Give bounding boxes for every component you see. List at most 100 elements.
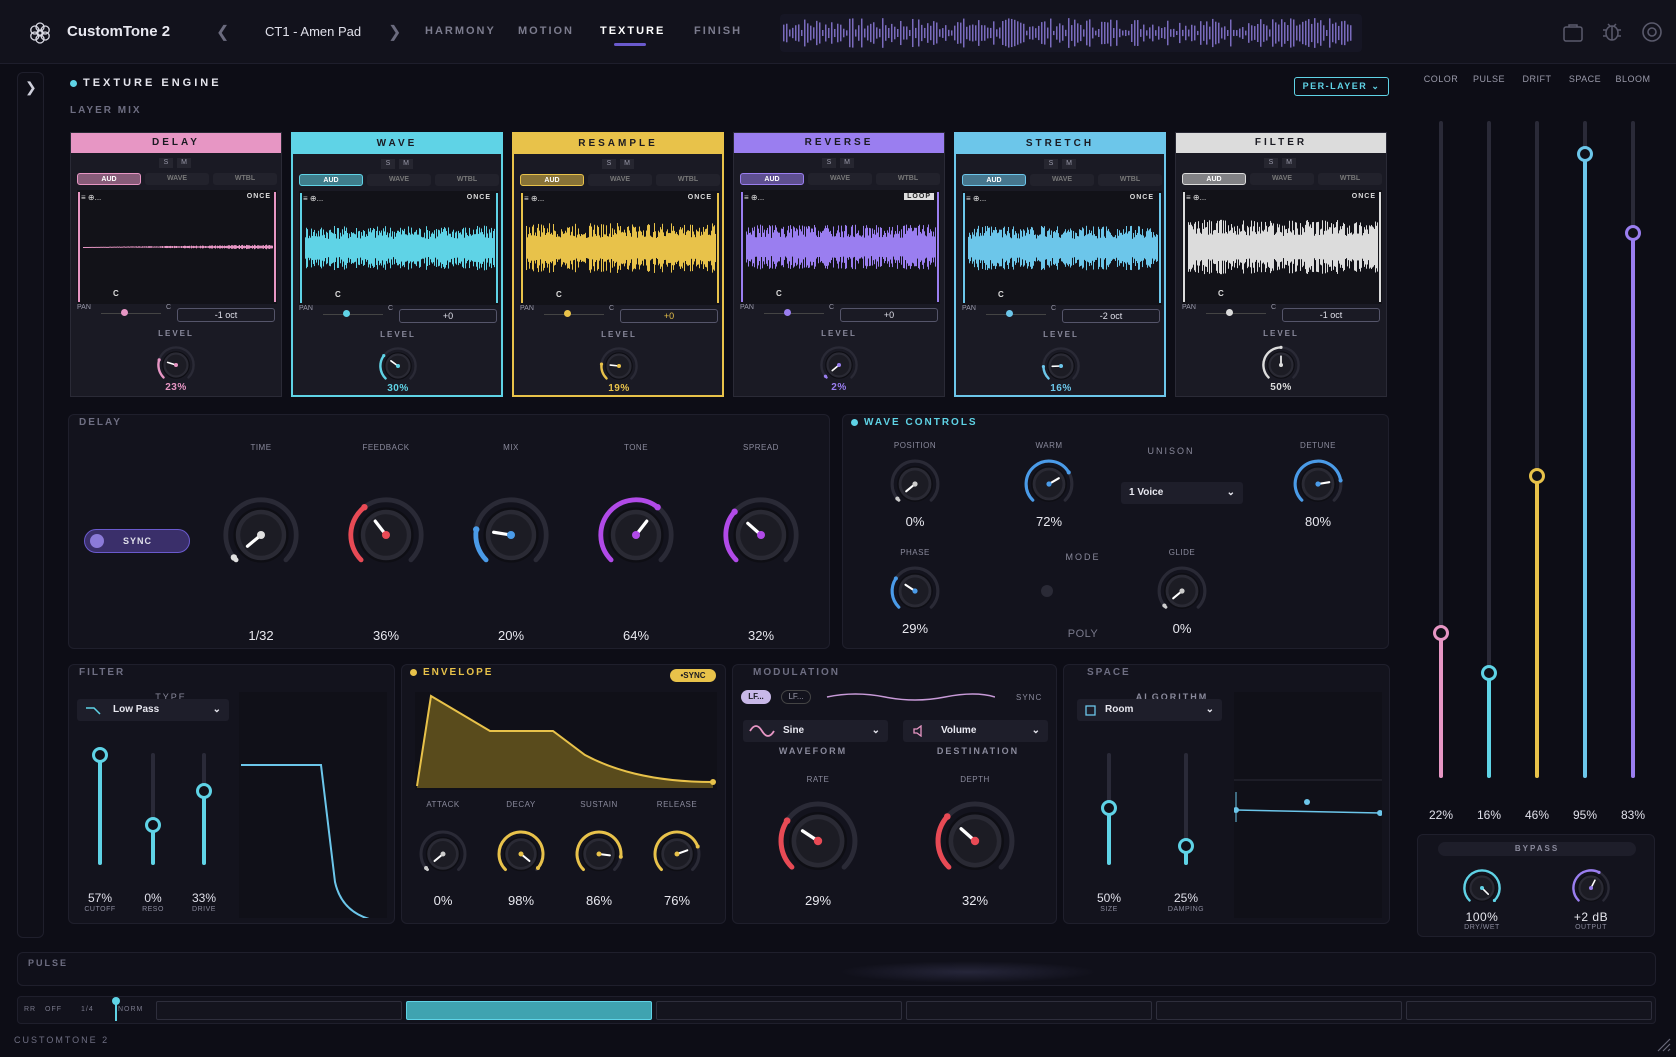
level-knob[interactable] [819,345,859,385]
mode-indicator[interactable] [1041,585,1053,597]
filter-response-graph[interactable] [239,692,387,918]
warm-knob[interactable] [1023,458,1075,510]
layer-waveform[interactable] [299,191,499,305]
filter-drive-thumb[interactable] [196,783,212,799]
source-aud-button[interactable]: AUD [1182,173,1246,185]
delay-feedback-knob[interactable] [346,495,426,575]
source-wave-button[interactable]: WAVE [808,173,872,185]
source-wtbl-button[interactable]: WTBL [213,173,277,185]
source-wave-button[interactable]: WAVE [588,174,652,186]
solo-button[interactable]: S [822,158,836,168]
settings-gear-icon[interactable] [1640,20,1664,44]
env-sustain-knob[interactable] [574,829,624,879]
envelope-sync-button[interactable]: •SYNC [670,669,716,682]
expand-sidebar-chevron-icon[interactable]: ❯ [25,79,37,96]
preset-name[interactable]: CT1 - Amen Pad [265,24,361,39]
resize-grip-icon[interactable] [1656,1037,1672,1053]
lfo2-tab[interactable]: LF... [781,690,811,704]
source-wtbl-button[interactable]: WTBL [656,174,720,186]
pan-thumb[interactable] [343,310,350,317]
tab-harmony[interactable]: HARMONY [425,25,496,37]
layer-playmode[interactable]: LOOP [904,193,934,200]
delay-mix-knob[interactable] [471,495,551,575]
source-aud-button[interactable]: AUD [77,173,141,185]
tab-texture[interactable]: TEXTURE [600,25,665,37]
bug-icon[interactable] [1600,20,1624,44]
pan-thumb[interactable] [564,310,571,317]
source-wtbl-button[interactable]: WTBL [435,174,499,186]
bag-icon[interactable] [1561,20,1585,44]
filter-type-select[interactable]: Low Pass ⌄ [77,699,229,721]
layer-waveform[interactable] [962,191,1162,305]
layer-waveform[interactable] [520,191,720,305]
solo-button[interactable]: S [381,159,395,169]
algorithm-select[interactable]: Room ⌄ [1077,699,1222,721]
layer-card-wave[interactable]: WAVE S M AUD WAVE WTBL ≡ ⊕... ONCE C PAN C +0 LEVEL 3… [291,132,503,397]
phase-knob[interactable] [889,565,941,617]
layer-waveform[interactable] [740,190,940,304]
mod-rate-knob[interactable] [776,799,860,883]
prev-preset-chevron-icon[interactable]: ❮ [216,22,229,42]
space-damping-thumb[interactable] [1178,838,1194,854]
pan-slider[interactable] [323,314,383,315]
lfo1-tab[interactable]: LF... [741,690,771,704]
octave-field[interactable]: +0 [620,309,718,323]
source-wave-button[interactable]: WAVE [1030,174,1094,186]
waveform-select[interactable]: Sine ⌄ [743,720,888,742]
macro-drift-thumb[interactable] [1529,467,1545,484]
tab-finish[interactable]: FINISH [694,25,742,37]
solo-button[interactable]: S [1044,159,1058,169]
solo-button[interactable]: S [1264,158,1278,168]
space-visualizer[interactable] [1234,692,1382,918]
env-decay-knob[interactable] [496,829,546,879]
octave-field[interactable]: -1 oct [177,308,275,322]
layer-waveform[interactable] [77,190,277,304]
pan-thumb[interactable] [1226,309,1233,316]
pulse-rate-label[interactable]: 1/4 [81,1006,94,1013]
bypass-button[interactable]: BYPASS [1438,842,1636,856]
space-size-thumb[interactable] [1101,800,1117,816]
octave-field[interactable]: -2 oct [1062,309,1160,323]
source-wave-button[interactable]: WAVE [1250,173,1314,185]
filter-cutoff-thumb[interactable] [92,747,108,763]
tab-motion[interactable]: MOTION [518,25,574,37]
source-wave-button[interactable]: WAVE [145,173,209,185]
delay-sync-toggle[interactable]: SYNC [84,529,190,553]
unison-select[interactable]: 1 Voice ⌄ [1121,482,1243,504]
level-knob[interactable] [1041,346,1081,386]
source-wtbl-button[interactable]: WTBL [1098,174,1162,186]
source-wtbl-button[interactable]: WTBL [1318,173,1382,185]
mute-button[interactable]: M [1062,159,1076,169]
source-aud-button[interactable]: AUD [299,174,363,186]
source-aud-button[interactable]: AUD [740,173,804,185]
macro-space-thumb[interactable] [1577,145,1593,162]
macro-color-thumb[interactable] [1433,625,1449,642]
next-preset-chevron-icon[interactable]: ❯ [388,22,401,42]
preset-waveform-overview[interactable] [780,14,1362,52]
pan-thumb[interactable] [121,309,128,316]
mod-depth-knob[interactable] [933,799,1017,883]
macro-pulse-thumb[interactable] [1481,664,1497,681]
layer-card-stretch[interactable]: STRETCH S M AUD WAVE WTBL ≡ ⊕... ONCE C PAN C -2 oc… [954,132,1166,397]
pulse-step[interactable] [906,1001,1152,1020]
layer-name[interactable]: DELAY [71,133,281,153]
layer-name[interactable]: RESAMPLE [514,134,722,154]
delay-spread-knob[interactable] [721,495,801,575]
macro-bloom-thumb[interactable] [1625,224,1641,241]
octave-field[interactable]: -1 oct [1282,308,1380,322]
source-aud-button[interactable]: AUD [962,174,1026,186]
pan-thumb[interactable] [1006,310,1013,317]
layer-playmode[interactable]: ONCE [467,194,491,201]
pan-slider[interactable] [544,314,604,315]
level-knob[interactable] [1261,345,1301,385]
mute-button[interactable]: M [177,158,191,168]
source-wtbl-button[interactable]: WTBL [876,173,940,185]
position-knob[interactable] [889,458,941,510]
delay-tone-knob[interactable] [596,495,676,575]
layer-card-delay[interactable]: DELAY S M AUD WAVE WTBL ≡ ⊕... ONCE C PAN C -1 oct L… [70,132,282,397]
pulse-step[interactable] [656,1001,902,1020]
solo-button[interactable]: S [159,158,173,168]
env-attack-knob[interactable] [418,829,468,879]
layer-card-resample[interactable]: RESAMPLE S M AUD WAVE WTBL ≡ ⊕... ONCE C PAN C +0 LE… [512,132,724,397]
pan-slider[interactable] [986,314,1046,315]
